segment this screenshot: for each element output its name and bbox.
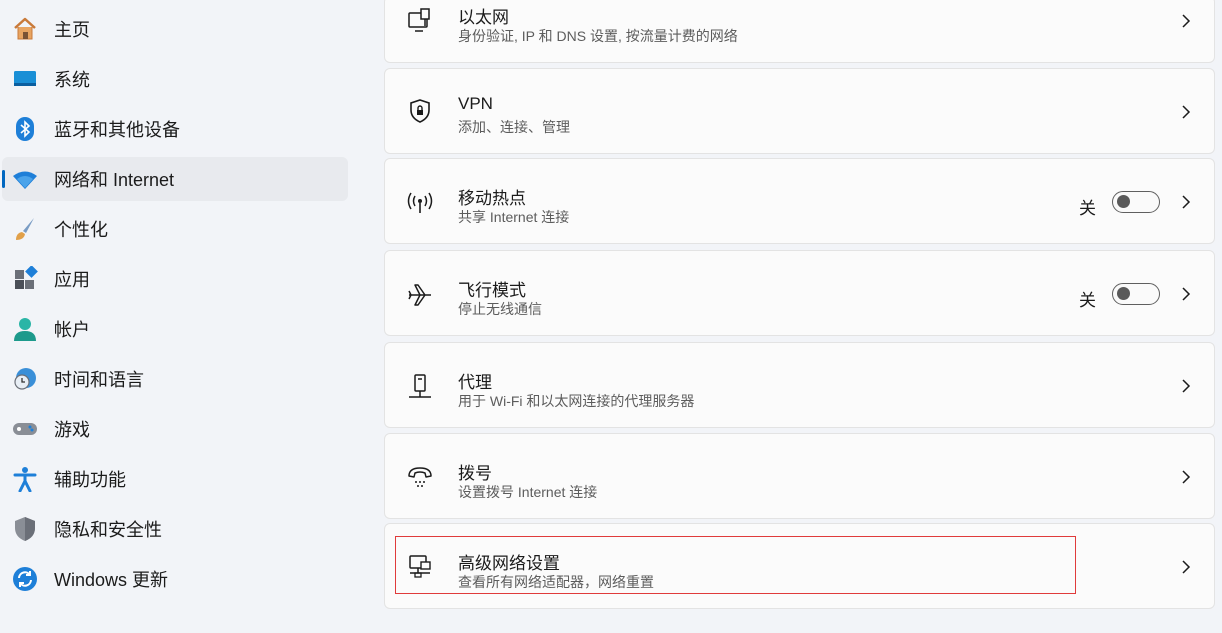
card-subtitle: 身份验证, IP 和 DNS 设置, 按流量计费的网络 — [458, 28, 738, 44]
ethernet-icon — [405, 7, 435, 37]
sidebar-item-accessibility[interactable]: 辅助功能 — [2, 457, 348, 501]
card-title: 代理 — [458, 373, 492, 392]
card-title: 拨号 — [458, 464, 492, 483]
home-icon — [12, 16, 38, 42]
card-subtitle: 设置拨号 Internet 连接 — [458, 484, 598, 500]
gamepad-icon — [12, 416, 38, 442]
sidebar-item-label: 系统 — [54, 70, 90, 90]
airplane-mode-toggle[interactable] — [1112, 283, 1160, 305]
sidebar-item-label: 蓝牙和其他设备 — [54, 120, 180, 140]
toggle-knob — [1117, 287, 1130, 300]
sidebar-item-label: 应用 — [54, 270, 90, 290]
toggle-knob — [1117, 195, 1130, 208]
apps-icon — [12, 266, 38, 292]
brush-icon — [12, 216, 38, 242]
sidebar-item-label: 隐私和安全性 — [54, 520, 162, 540]
sidebar-item-label: 时间和语言 — [54, 370, 144, 390]
card-subtitle: 添加、连接、管理 — [458, 119, 570, 135]
sidebar-item-windows-update[interactable]: Windows 更新 — [2, 557, 348, 601]
chevron-right-icon — [1182, 470, 1191, 484]
accessibility-icon — [12, 466, 38, 492]
chevron-right-icon — [1182, 379, 1191, 393]
chevron-right-icon — [1182, 14, 1191, 28]
sidebar-item-label: 主页 — [54, 20, 90, 40]
sidebar-item-home[interactable]: 主页 — [2, 7, 348, 51]
sidebar-item-time-language[interactable]: 时间和语言 — [2, 357, 348, 401]
chevron-right-icon — [1182, 195, 1191, 209]
card-title: 以太网 — [458, 8, 509, 27]
proxy-icon — [405, 372, 435, 402]
wifi-icon — [12, 166, 38, 192]
time-language-icon — [12, 366, 38, 392]
sidebar-item-gaming[interactable]: 游戏 — [2, 407, 348, 451]
sidebar-item-label: 个性化 — [54, 220, 108, 240]
card-subtitle: 用于 Wi-Fi 和以太网连接的代理服务器 — [458, 393, 695, 409]
ethernet-card[interactable]: 以太网 身份验证, IP 和 DNS 设置, 按流量计费的网络 — [384, 0, 1215, 63]
system-icon — [12, 66, 38, 92]
sidebar-item-label: 网络和 Internet — [54, 170, 175, 190]
sidebar-item-label: 游戏 — [54, 420, 90, 440]
sidebar-item-label: 辅助功能 — [54, 470, 126, 490]
sidebar-item-privacy[interactable]: 隐私和安全性 — [2, 507, 348, 551]
toggle-state-label: 关 — [1079, 199, 1096, 218]
vpn-card[interactable]: VPN 添加、连接、管理 — [384, 68, 1215, 154]
card-subtitle: 共享 Internet 连接 — [458, 209, 570, 225]
card-title: 移动热点 — [458, 189, 526, 208]
highlight-box — [395, 536, 1076, 594]
hotspot-icon — [405, 188, 435, 218]
chevron-right-icon — [1182, 105, 1191, 119]
sidebar: 主页 系统 蓝牙和其他设备 网络和 Internet 个性化 应用 帐户 时间和… — [0, 0, 360, 633]
sidebar-item-bluetooth[interactable]: 蓝牙和其他设备 — [2, 107, 348, 151]
sidebar-item-label: Windows 更新 — [54, 570, 169, 590]
proxy-card[interactable]: 代理 用于 Wi-Fi 和以太网连接的代理服务器 — [384, 342, 1215, 428]
dialup-icon — [405, 462, 435, 492]
shield-icon — [12, 516, 38, 542]
card-title: VPN — [458, 94, 493, 113]
sidebar-item-apps[interactable]: 应用 — [2, 257, 348, 301]
sidebar-item-personalization[interactable]: 个性化 — [2, 207, 348, 251]
sidebar-item-accounts[interactable]: 帐户 — [2, 307, 348, 351]
toggle-state-label: 关 — [1079, 291, 1096, 310]
card-subtitle: 停止无线通信 — [458, 301, 542, 317]
card-title: 飞行模式 — [458, 281, 526, 300]
mobile-hotspot-toggle[interactable] — [1112, 191, 1160, 213]
dialup-card[interactable]: 拨号 设置拨号 Internet 连接 — [384, 433, 1215, 519]
bluetooth-icon — [12, 116, 38, 142]
update-icon — [12, 566, 38, 592]
sidebar-item-system[interactable]: 系统 — [2, 57, 348, 101]
airplane-icon — [405, 280, 435, 310]
mobile-hotspot-card[interactable]: 移动热点 共享 Internet 连接 关 — [384, 158, 1215, 244]
airplane-mode-card[interactable]: 飞行模式 停止无线通信 关 — [384, 250, 1215, 336]
chevron-right-icon — [1182, 560, 1191, 574]
sidebar-item-network[interactable]: 网络和 Internet — [2, 157, 348, 201]
sidebar-item-label: 帐户 — [54, 320, 90, 340]
account-icon — [12, 316, 38, 342]
chevron-right-icon — [1182, 287, 1191, 301]
vpn-shield-icon — [405, 96, 435, 126]
